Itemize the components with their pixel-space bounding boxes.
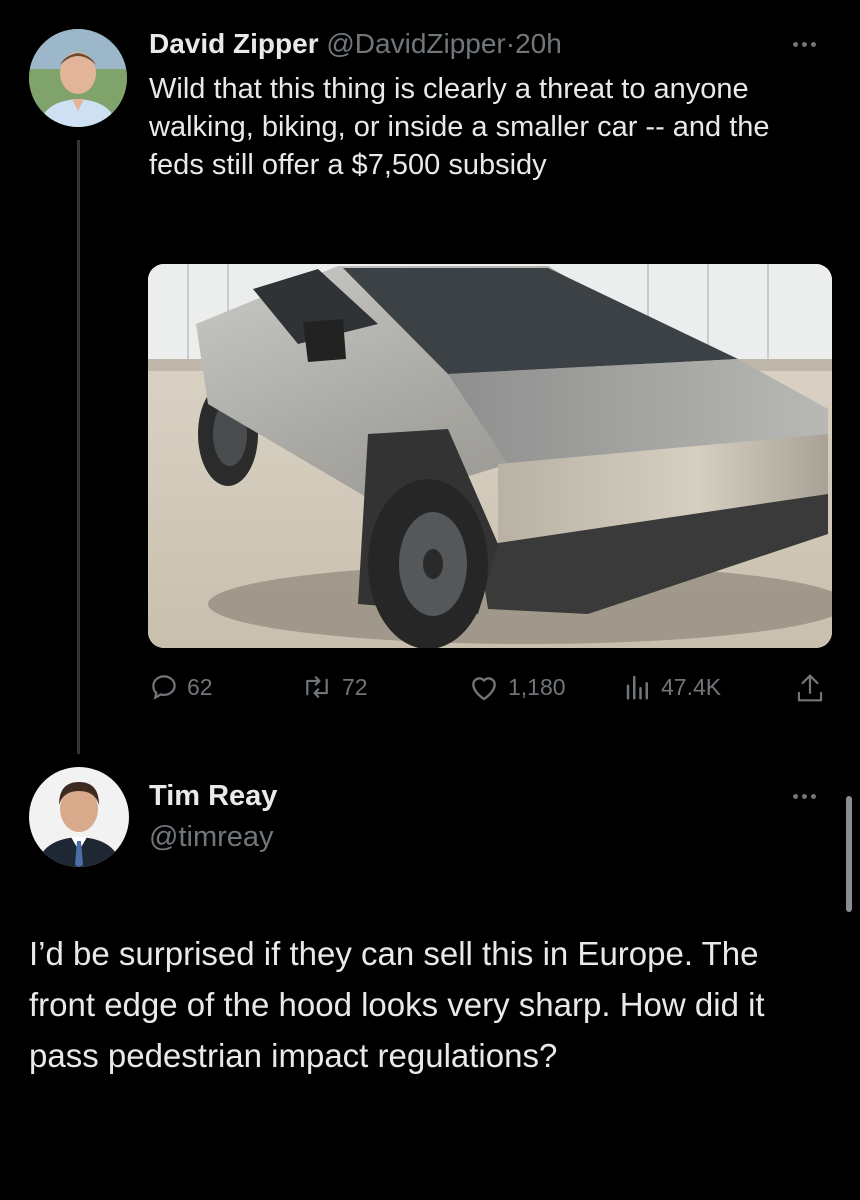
views-button[interactable]: 47.4K bbox=[623, 672, 721, 702]
tweet1-header: David Zipper @DavidZipper·20h bbox=[149, 28, 562, 60]
thread-connector-line bbox=[77, 140, 80, 754]
share-icon bbox=[797, 674, 823, 702]
author-name[interactable]: Tim Reay bbox=[149, 780, 277, 813]
reply-count: 62 bbox=[187, 673, 213, 700]
more-icon[interactable] bbox=[793, 794, 816, 799]
reply-button[interactable]: 62 bbox=[149, 672, 213, 702]
author-handle[interactable]: @timreay bbox=[149, 821, 274, 854]
views-count: 47.4K bbox=[661, 673, 722, 700]
like-button[interactable]: 1,180 bbox=[468, 672, 566, 702]
tweet-time[interactable]: 20h bbox=[515, 28, 562, 59]
author-name[interactable]: David Zipper bbox=[149, 28, 319, 59]
reply-icon bbox=[152, 675, 176, 700]
share-button[interactable] bbox=[795, 672, 825, 709]
repost-count: 72 bbox=[342, 673, 368, 700]
scrollbar[interactable] bbox=[846, 796, 852, 912]
avatar-tim-reay[interactable] bbox=[29, 767, 129, 867]
views-icon bbox=[626, 675, 648, 700]
repost-icon bbox=[306, 676, 328, 698]
like-icon bbox=[472, 677, 496, 701]
repost-button[interactable]: 72 bbox=[300, 672, 368, 702]
author-handle[interactable]: @DavidZipper bbox=[326, 28, 505, 59]
avatar-david-zipper[interactable] bbox=[29, 29, 127, 127]
separator-dot: · bbox=[505, 28, 516, 59]
tweet1-text: Wild that this thing is clearly a threat… bbox=[149, 73, 770, 181]
tweet1-media-image[interactable] bbox=[148, 264, 832, 648]
like-count: 1,180 bbox=[508, 673, 566, 700]
more-icon[interactable] bbox=[793, 42, 816, 47]
tweet2-text: I’d be surprised if they can sell this i… bbox=[29, 935, 765, 1074]
